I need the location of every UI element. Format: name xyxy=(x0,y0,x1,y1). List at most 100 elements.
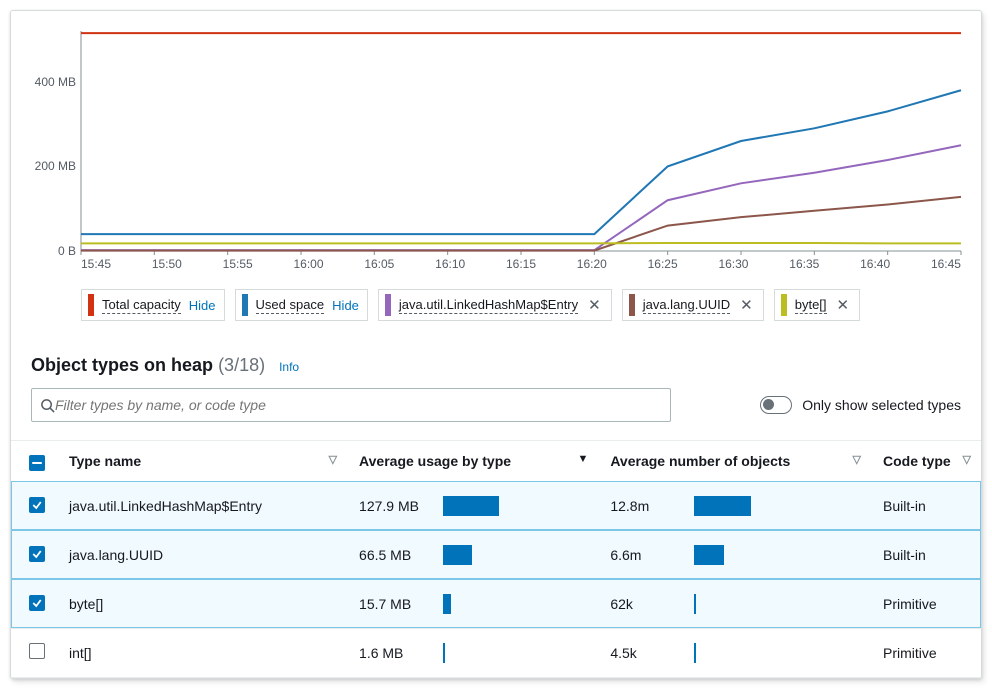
table-row[interactable]: byte[]15.7 MB62kPrimitive xyxy=(11,579,981,628)
legend-item[interactable]: Used space Hide xyxy=(235,289,368,321)
y-tick-label: 0 B xyxy=(26,244,76,258)
col-type-name[interactable]: Type name ▽ xyxy=(57,441,347,482)
col-avg-objects[interactable]: Average number of objects ▽ xyxy=(598,441,871,482)
cell-avg-objects: 62k xyxy=(598,579,871,628)
legend-swatch xyxy=(781,294,787,316)
legend-label: byte[] xyxy=(795,297,827,314)
legend-item[interactable]: byte[] ✕ xyxy=(774,289,860,321)
avg-usage-value: 1.6 MB xyxy=(359,645,429,661)
legend-item[interactable]: Total capacity Hide xyxy=(81,289,225,321)
section-header: Object types on heap (3/18) Info xyxy=(11,331,981,388)
cell-code-type: Built-in xyxy=(871,530,981,579)
cell-code-type: Primitive xyxy=(871,628,981,677)
cell-avg-objects: 12.8m xyxy=(598,481,871,530)
close-icon[interactable]: ✕ xyxy=(738,296,755,314)
legend-label: Total capacity xyxy=(102,297,181,314)
y-tick-label: 200 MB xyxy=(26,159,76,173)
col-select-all xyxy=(11,441,57,482)
usage-bar xyxy=(443,594,523,614)
legend-swatch xyxy=(88,294,94,316)
table-row[interactable]: java.util.LinkedHashMap$Entry 127.9 MB 12.… xyxy=(11,481,981,530)
objects-bar xyxy=(694,496,774,516)
row-checkbox[interactable] xyxy=(29,497,45,513)
x-tick-label: 16:45 xyxy=(931,257,961,271)
row-checkbox[interactable] xyxy=(29,595,45,611)
section-count: (3/18) xyxy=(218,355,265,375)
avg-objects-value: 62k xyxy=(610,596,680,612)
legend-hide-link[interactable]: Hide xyxy=(332,298,359,313)
avg-objects-value: 12.8m xyxy=(610,498,680,514)
col-code-type[interactable]: Code type ▽ xyxy=(871,441,981,482)
x-tick-label: 16:10 xyxy=(435,257,465,271)
legend-swatch xyxy=(385,294,391,316)
toggle-label: Only show selected types xyxy=(802,397,961,413)
cell-avg-usage: 15.7 MB xyxy=(347,579,598,628)
legend-hide-link[interactable]: Hide xyxy=(189,298,216,313)
x-tick-label: 16:35 xyxy=(789,257,819,271)
legend-item[interactable]: java.lang.UUID ✕ xyxy=(622,289,764,321)
col-type-name-label: Type name xyxy=(69,453,141,469)
cell-avg-usage: 66.5 MB xyxy=(347,530,598,579)
cell-avg-usage: 1.6 MB xyxy=(347,628,598,677)
legend-swatch xyxy=(629,294,635,316)
panel: 400 MB200 MB0 B 15:4515:5015:5516:0016:0… xyxy=(10,10,982,679)
y-axis-ticks: 400 MB200 MB0 B xyxy=(26,31,76,251)
controls-row: Only show selected types xyxy=(11,388,981,440)
avg-usage-value: 66.5 MB xyxy=(359,547,429,563)
search-input[interactable] xyxy=(55,397,662,413)
table-header-row: Type name ▽ Average usage by type ▼ Aver… xyxy=(11,441,981,482)
x-tick-label: 15:45 xyxy=(81,257,111,271)
cell-type-name: int[] xyxy=(57,628,347,677)
info-link[interactable]: Info xyxy=(279,360,299,374)
cell-type-name: java.util.LinkedHashMap$Entry xyxy=(57,481,347,530)
y-tick-label: 400 MB xyxy=(26,75,76,89)
legend-item[interactable]: java.util.LinkedHashMap$Entry ✕ xyxy=(378,289,612,321)
memory-chart[interactable]: 400 MB200 MB0 B xyxy=(81,31,961,251)
toggle-switch[interactable] xyxy=(760,396,792,414)
x-tick-label: 16:25 xyxy=(648,257,678,271)
table-row[interactable]: int[] 1.6 MB 4.5k Primitive xyxy=(11,628,981,677)
search-icon xyxy=(40,398,55,413)
cell-avg-usage: 127.9 MB xyxy=(347,481,598,530)
avg-objects-value: 4.5k xyxy=(610,645,680,661)
avg-usage-value: 127.9 MB xyxy=(359,498,429,514)
x-axis-ticks: 15:4515:5015:5516:0016:0516:1016:1516:20… xyxy=(81,257,961,271)
col-avg-usage-label: Average usage by type xyxy=(359,453,511,469)
close-icon[interactable]: ✕ xyxy=(835,296,852,314)
objects-bar xyxy=(694,643,774,663)
sort-icon: ▽ xyxy=(329,453,337,466)
sort-icon: ▽ xyxy=(853,453,861,466)
col-code-type-label: Code type xyxy=(883,453,951,469)
row-checkbox[interactable] xyxy=(29,546,45,562)
heap-types-table: Type name ▽ Average usage by type ▼ Aver… xyxy=(11,440,981,678)
chart-svg xyxy=(81,31,961,251)
cell-code-type: Built-in xyxy=(871,481,981,530)
objects-bar xyxy=(694,545,774,565)
avg-objects-value: 6.6m xyxy=(610,547,680,563)
chart-area: 400 MB200 MB0 B 15:4515:5015:5516:0016:0… xyxy=(11,11,981,331)
legend-label: java.util.LinkedHashMap$Entry xyxy=(399,297,578,314)
col-avg-objects-label: Average number of objects xyxy=(610,453,790,469)
col-avg-usage[interactable]: Average usage by type ▼ xyxy=(347,441,598,482)
objects-bar xyxy=(694,594,774,614)
legend-label: Used space xyxy=(256,297,325,314)
search-box[interactable] xyxy=(31,388,671,422)
usage-bar xyxy=(443,643,523,663)
cell-type-name: java.lang.UUID xyxy=(57,530,347,579)
chart-legend: Total capacity Hide Used space Hide java.uti… xyxy=(81,289,961,321)
row-checkbox[interactable] xyxy=(29,643,45,659)
section-title: Object types on heap xyxy=(31,355,213,375)
close-icon[interactable]: ✕ xyxy=(586,296,603,314)
usage-bar xyxy=(443,496,523,516)
x-tick-label: 16:15 xyxy=(506,257,536,271)
sort-icon: ▽ xyxy=(963,453,971,466)
cell-code-type: Primitive xyxy=(871,579,981,628)
select-all-checkbox[interactable] xyxy=(29,455,45,471)
x-tick-label: 15:50 xyxy=(152,257,182,271)
table-row[interactable]: java.lang.UUID 66.5 MB 6.6m Built-in xyxy=(11,530,981,579)
usage-bar xyxy=(443,545,523,565)
cell-avg-objects: 6.6m xyxy=(598,530,871,579)
cell-avg-objects: 4.5k xyxy=(598,628,871,677)
x-tick-label: 16:00 xyxy=(293,257,323,271)
legend-label: java.lang.UUID xyxy=(643,297,730,314)
